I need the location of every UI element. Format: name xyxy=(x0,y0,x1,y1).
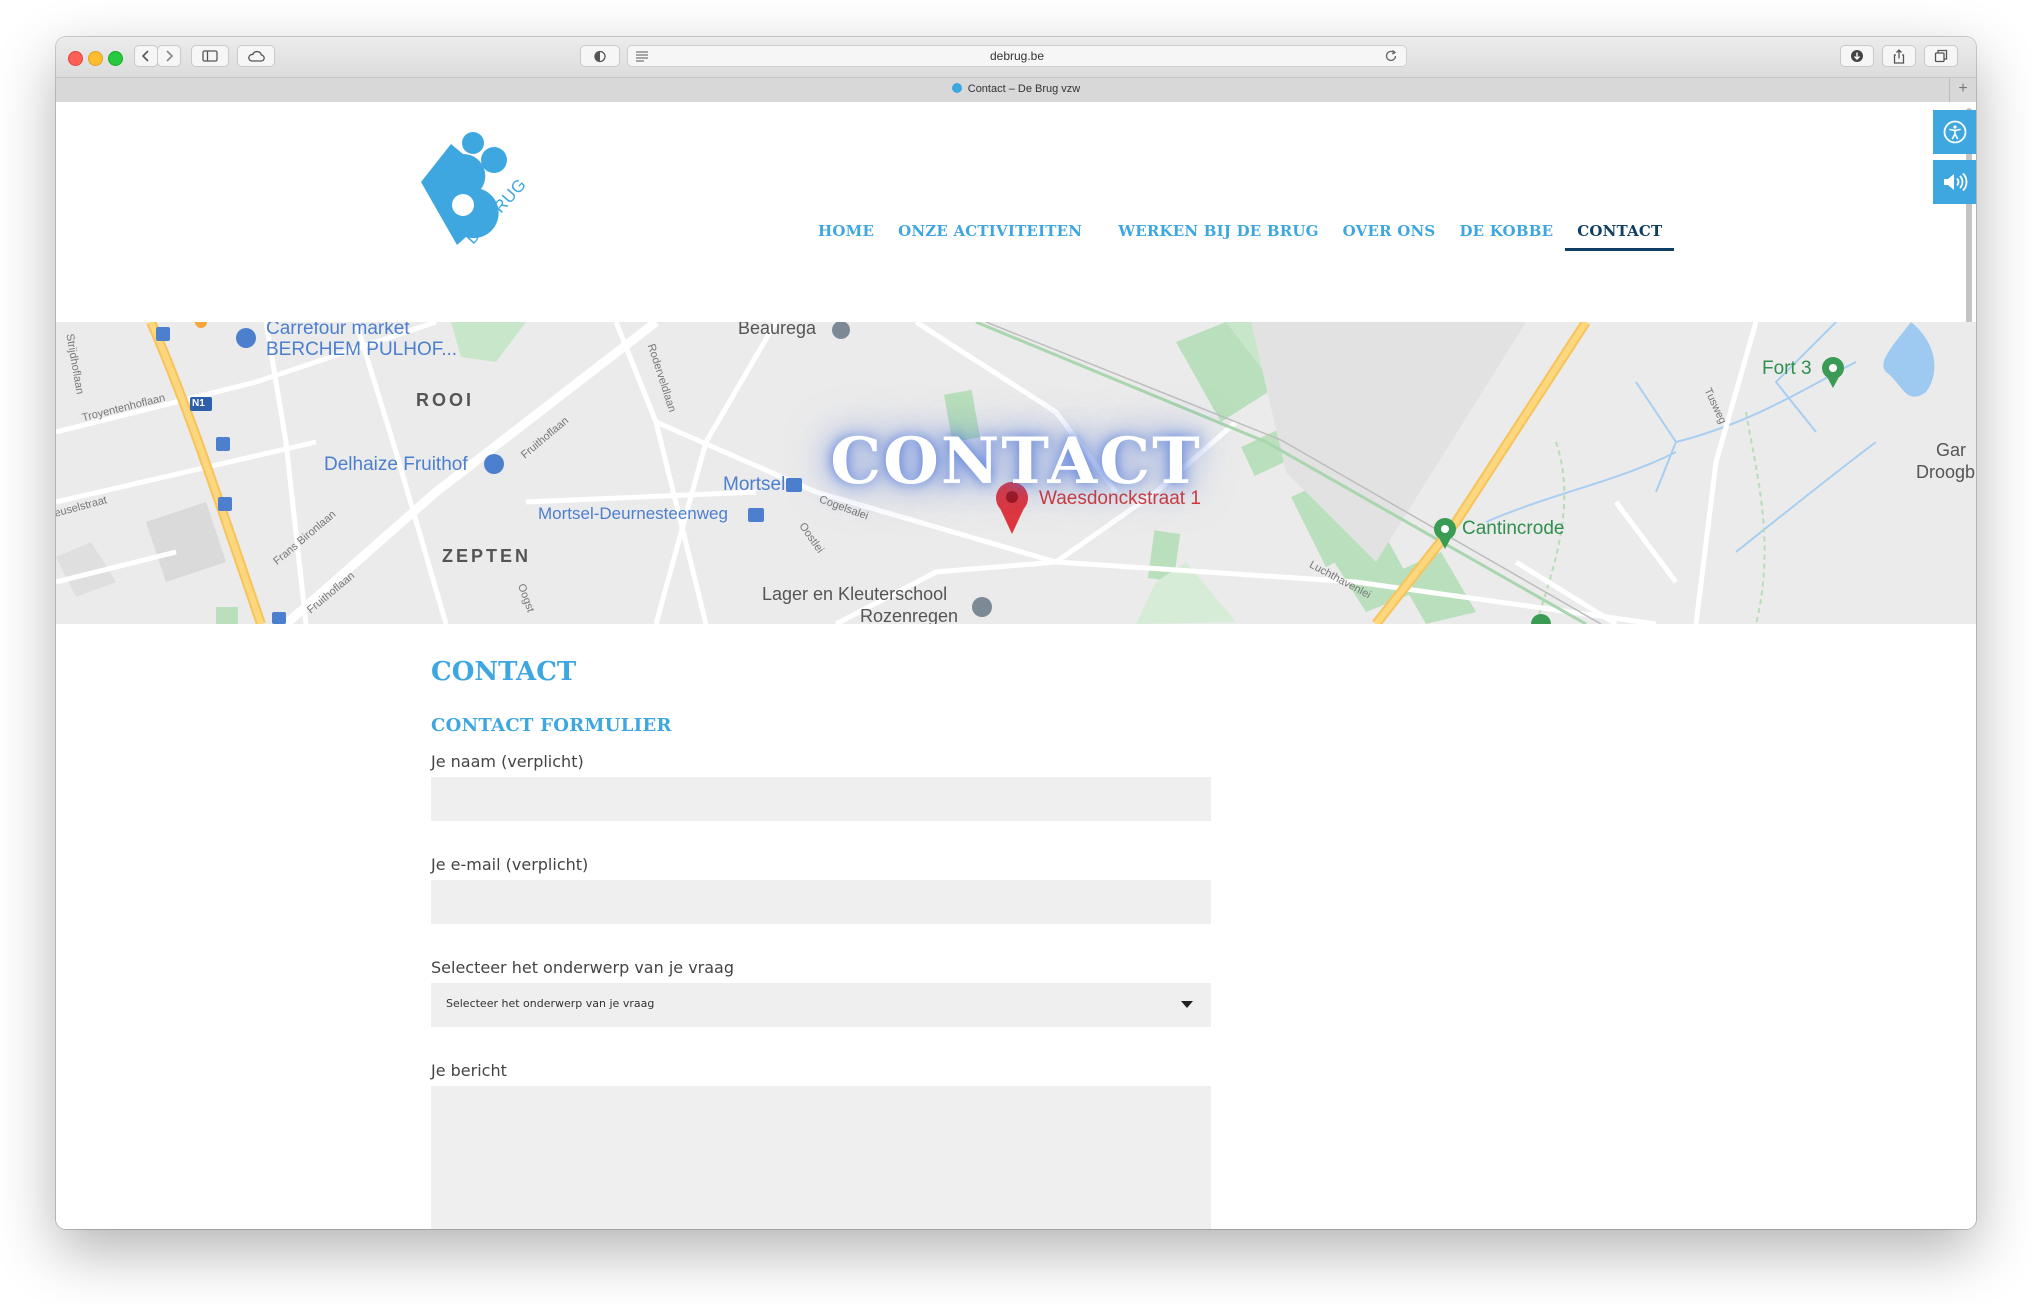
name-label: Je naam (verplicht) xyxy=(431,752,584,771)
subject-label: Selecteer het onderwerp van je vraag xyxy=(431,958,734,977)
main-navigation: HOME ONZE ACTIVITEITEN WERKEN BIJ DE BRU… xyxy=(806,222,1675,251)
share-button[interactable] xyxy=(1882,45,1916,67)
name-input[interactable] xyxy=(431,777,1211,821)
speaker-icon xyxy=(1944,172,1968,192)
map-label-mortsel-deurne: Mortsel-Deurnesteenweg xyxy=(538,504,728,523)
favicon-icon xyxy=(951,83,962,93)
chevron-down-icon xyxy=(1181,1001,1193,1008)
map-label-carrefour: Carrefour market xyxy=(266,322,410,339)
download-icon xyxy=(1851,50,1863,62)
form-title: CONTACT FORMULIER xyxy=(431,715,672,736)
cloud-icon xyxy=(248,50,265,62)
privacy-report-button[interactable] xyxy=(580,45,620,67)
nav-item-werken-bij-de-brug[interactable]: WERKEN BIJ DE BRUG xyxy=(1106,222,1330,251)
shield-icon xyxy=(594,50,606,62)
forward-button[interactable] xyxy=(157,45,181,67)
tab-bar: Contact – De Brug vzw + xyxy=(56,77,1976,103)
zoom-window-button[interactable] xyxy=(108,51,123,66)
close-window-button[interactable] xyxy=(68,51,83,66)
hero-map[interactable]: Carrefour market BERCHEM PULHOF... Beaur… xyxy=(56,322,1976,624)
map-label-zepten: ZEPTEN xyxy=(442,546,532,566)
back-button[interactable] xyxy=(134,45,158,67)
map-label-rozenregen: Rozenregen xyxy=(860,606,959,624)
share-icon xyxy=(1893,48,1905,64)
subject-selected-value: Selecteer het onderwerp van je vraag xyxy=(446,997,655,1010)
message-textarea[interactable] xyxy=(431,1086,1211,1229)
accessibility-icon xyxy=(1943,120,1967,144)
nav-item-onze-activiteiten[interactable]: ONZE ACTIVITEITEN xyxy=(886,222,1094,251)
main-content: CONTACT CONTACT FORMULIER Je naam (verpl… xyxy=(431,657,1211,1229)
tabs-icon xyxy=(1934,49,1948,63)
read-aloud-button[interactable] xyxy=(1933,160,1976,204)
accessibility-button[interactable] xyxy=(1933,110,1976,154)
nav-item-de-kobbe[interactable]: DE KOBBE xyxy=(1447,222,1565,251)
sidebar-toggle-button[interactable] xyxy=(191,45,229,67)
nav-item-contact[interactable]: CONTACT xyxy=(1565,222,1675,251)
hero-title: CONTACT xyxy=(830,424,1202,499)
browser-window: debrug.be Contact – De Brug vzw + DE BRU… xyxy=(56,37,1976,1229)
map-label-fort3: Fort 3 xyxy=(1762,358,1812,379)
browser-toolbar: debrug.be xyxy=(56,37,1976,77)
active-tab[interactable]: Contact – De Brug vzw xyxy=(56,83,1976,95)
tab-overview-button[interactable] xyxy=(1924,45,1958,67)
de-brug-logo[interactable]: DE BRUG xyxy=(411,127,541,257)
map-label-carrefour-2: BERCHEM PULHOF... xyxy=(266,339,458,360)
page-title: CONTACT xyxy=(431,657,577,687)
minimize-window-button[interactable] xyxy=(88,51,103,66)
icloud-tabs-button[interactable] xyxy=(237,45,275,67)
address-bar[interactable]: debrug.be xyxy=(627,45,1407,67)
email-label: Je e-mail (verplicht) xyxy=(431,855,589,874)
map-label-rooi: ROOI xyxy=(416,390,475,410)
message-label: Je bericht xyxy=(431,1061,507,1080)
reload-icon[interactable] xyxy=(1384,49,1398,63)
sidebar-icon xyxy=(202,50,218,62)
map-label-n1: N1 xyxy=(192,398,205,409)
chevron-left-icon xyxy=(141,50,149,62)
web-page: DE BRUG HOME ONZE ACTIVITEITEN WERKEN BI… xyxy=(56,102,1976,1229)
subject-select[interactable]: Selecteer het onderwerp van je vraag xyxy=(431,983,1211,1027)
nav-item-home[interactable]: HOME xyxy=(806,222,886,251)
downloads-button[interactable] xyxy=(1840,45,1874,67)
map-label-cantincrode: Cantincrode xyxy=(1462,518,1565,539)
tab-title-text: Contact – De Brug vzw xyxy=(967,83,1081,95)
map-label-beaurega: Beaurega xyxy=(738,322,817,338)
chevron-right-icon xyxy=(166,50,174,62)
nav-item-over-ons[interactable]: OVER ONS xyxy=(1331,222,1448,251)
url-text[interactable]: debrug.be xyxy=(628,49,1406,63)
new-tab-button[interactable]: + xyxy=(1949,78,1976,102)
email-input[interactable] xyxy=(431,880,1211,924)
map-label-lager-school: Lager en Kleuterschool xyxy=(762,584,948,604)
